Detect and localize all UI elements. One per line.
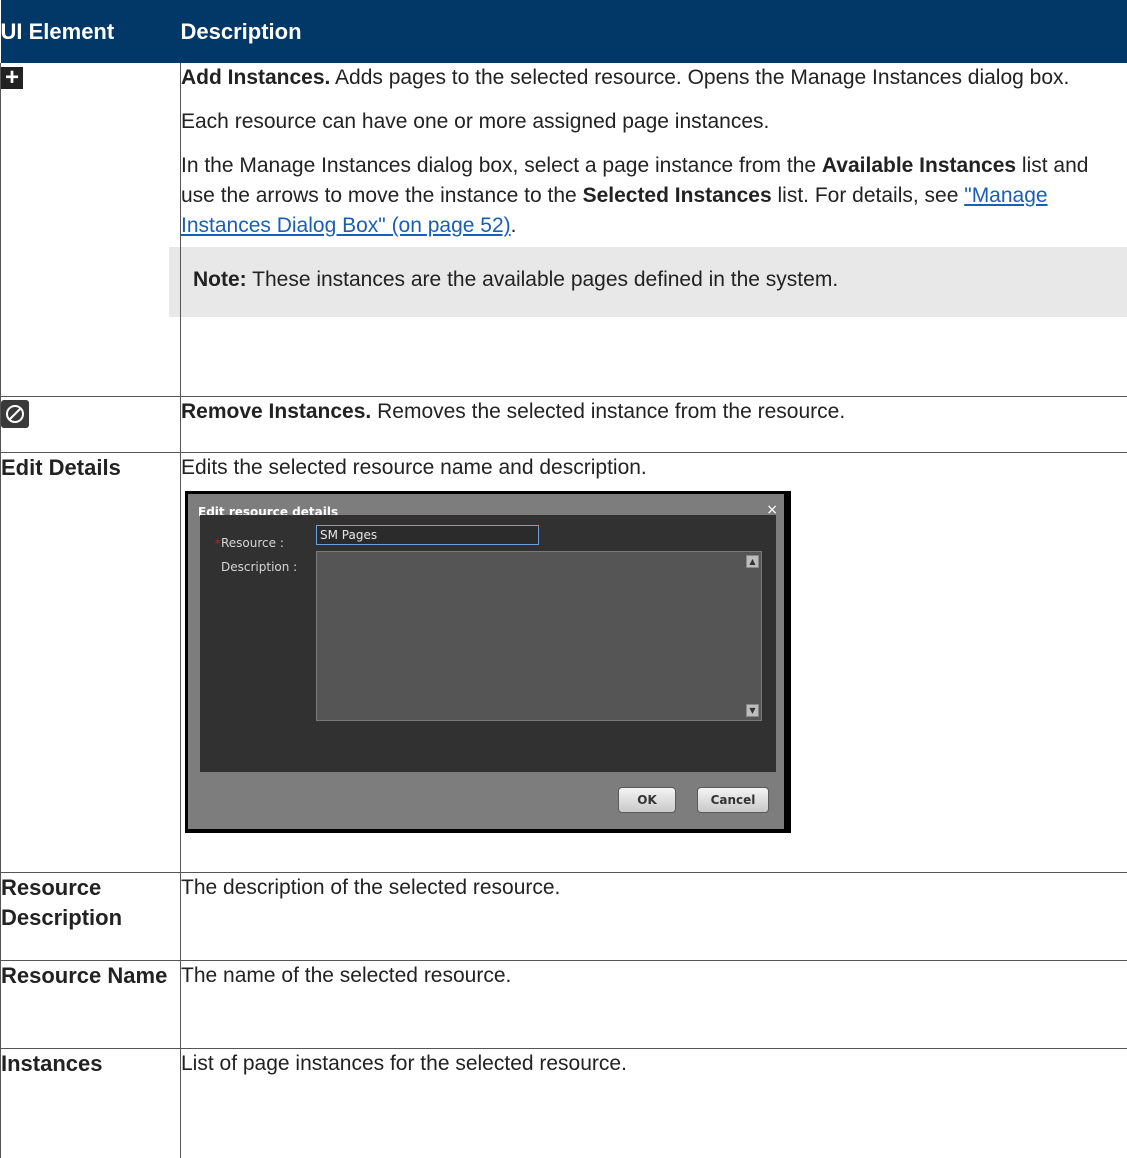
ui-element-label: Resource Name [1, 960, 181, 1048]
description-cell: Remove Instances. Removes the selected i… [181, 396, 1127, 452]
header-ui-element: UI Element [1, 0, 181, 63]
scroll-down-icon[interactable]: ▼ [746, 704, 759, 717]
ui-element-table: UI Element Description + Add Instances. … [0, 0, 1127, 1158]
table-row: Instances List of page instances for the… [1, 1048, 1127, 1158]
description-cell: The description of the selected resource… [181, 872, 1127, 960]
add-instances-para2: Each resource can have one or more assig… [181, 107, 1127, 137]
add-instances-desc: Add Instances. Adds pages to the selecte… [181, 63, 1127, 93]
dialog-body: * Resource : SM Pages Description : ▲ ▼ [200, 515, 776, 772]
edit-details-desc: Edits the selected resource name and des… [181, 453, 1127, 483]
table-row: Edit Details Edits the selected resource… [1, 452, 1127, 872]
edit-resource-dialog-screenshot: Edit resource details × * Resource : SM … [185, 491, 791, 833]
note-box: Note: These instances are the available … [169, 247, 1127, 317]
description-label: Description : [221, 552, 297, 582]
cancel-button[interactable]: Cancel [697, 787, 769, 813]
ui-element-label: Edit Details [1, 452, 181, 872]
remove-instances-desc: Remove Instances. Removes the selected i… [181, 397, 1127, 427]
table-row: Resource Name The name of the selected r… [1, 960, 1127, 1048]
header-description: Description [181, 0, 1127, 63]
add-instances-para3: In the Manage Instances dialog box, sele… [181, 151, 1127, 241]
scroll-up-icon[interactable]: ▲ [746, 555, 759, 568]
description-textarea[interactable]: ▲ ▼ [316, 551, 762, 721]
ui-element-cell: + [1, 63, 181, 396]
resource-input[interactable]: SM Pages [316, 525, 539, 545]
plus-icon: + [1, 67, 23, 89]
table-row: Resource Description The description of … [1, 872, 1127, 960]
required-mark: * [215, 529, 221, 559]
ui-element-label: Resource Description [1, 872, 181, 960]
table-row: + Add Instances. Adds pages to the selec… [1, 63, 1127, 396]
ok-button[interactable]: OK [618, 787, 676, 813]
table-header-row: UI Element Description [1, 0, 1127, 63]
dialog-frame: Edit resource details × * Resource : SM … [188, 494, 784, 829]
remove-circle-icon [1, 400, 29, 428]
description-cell: List of page instances for the selected … [181, 1048, 1127, 1158]
description-cell: Edits the selected resource name and des… [181, 452, 1127, 872]
description-cell: Add Instances. Adds pages to the selecte… [181, 63, 1127, 396]
table-row: Remove Instances. Removes the selected i… [1, 396, 1127, 452]
ui-element-label: Instances [1, 1048, 181, 1158]
ui-element-cell [1, 396, 181, 452]
description-cell: The name of the selected resource. [181, 960, 1127, 1048]
